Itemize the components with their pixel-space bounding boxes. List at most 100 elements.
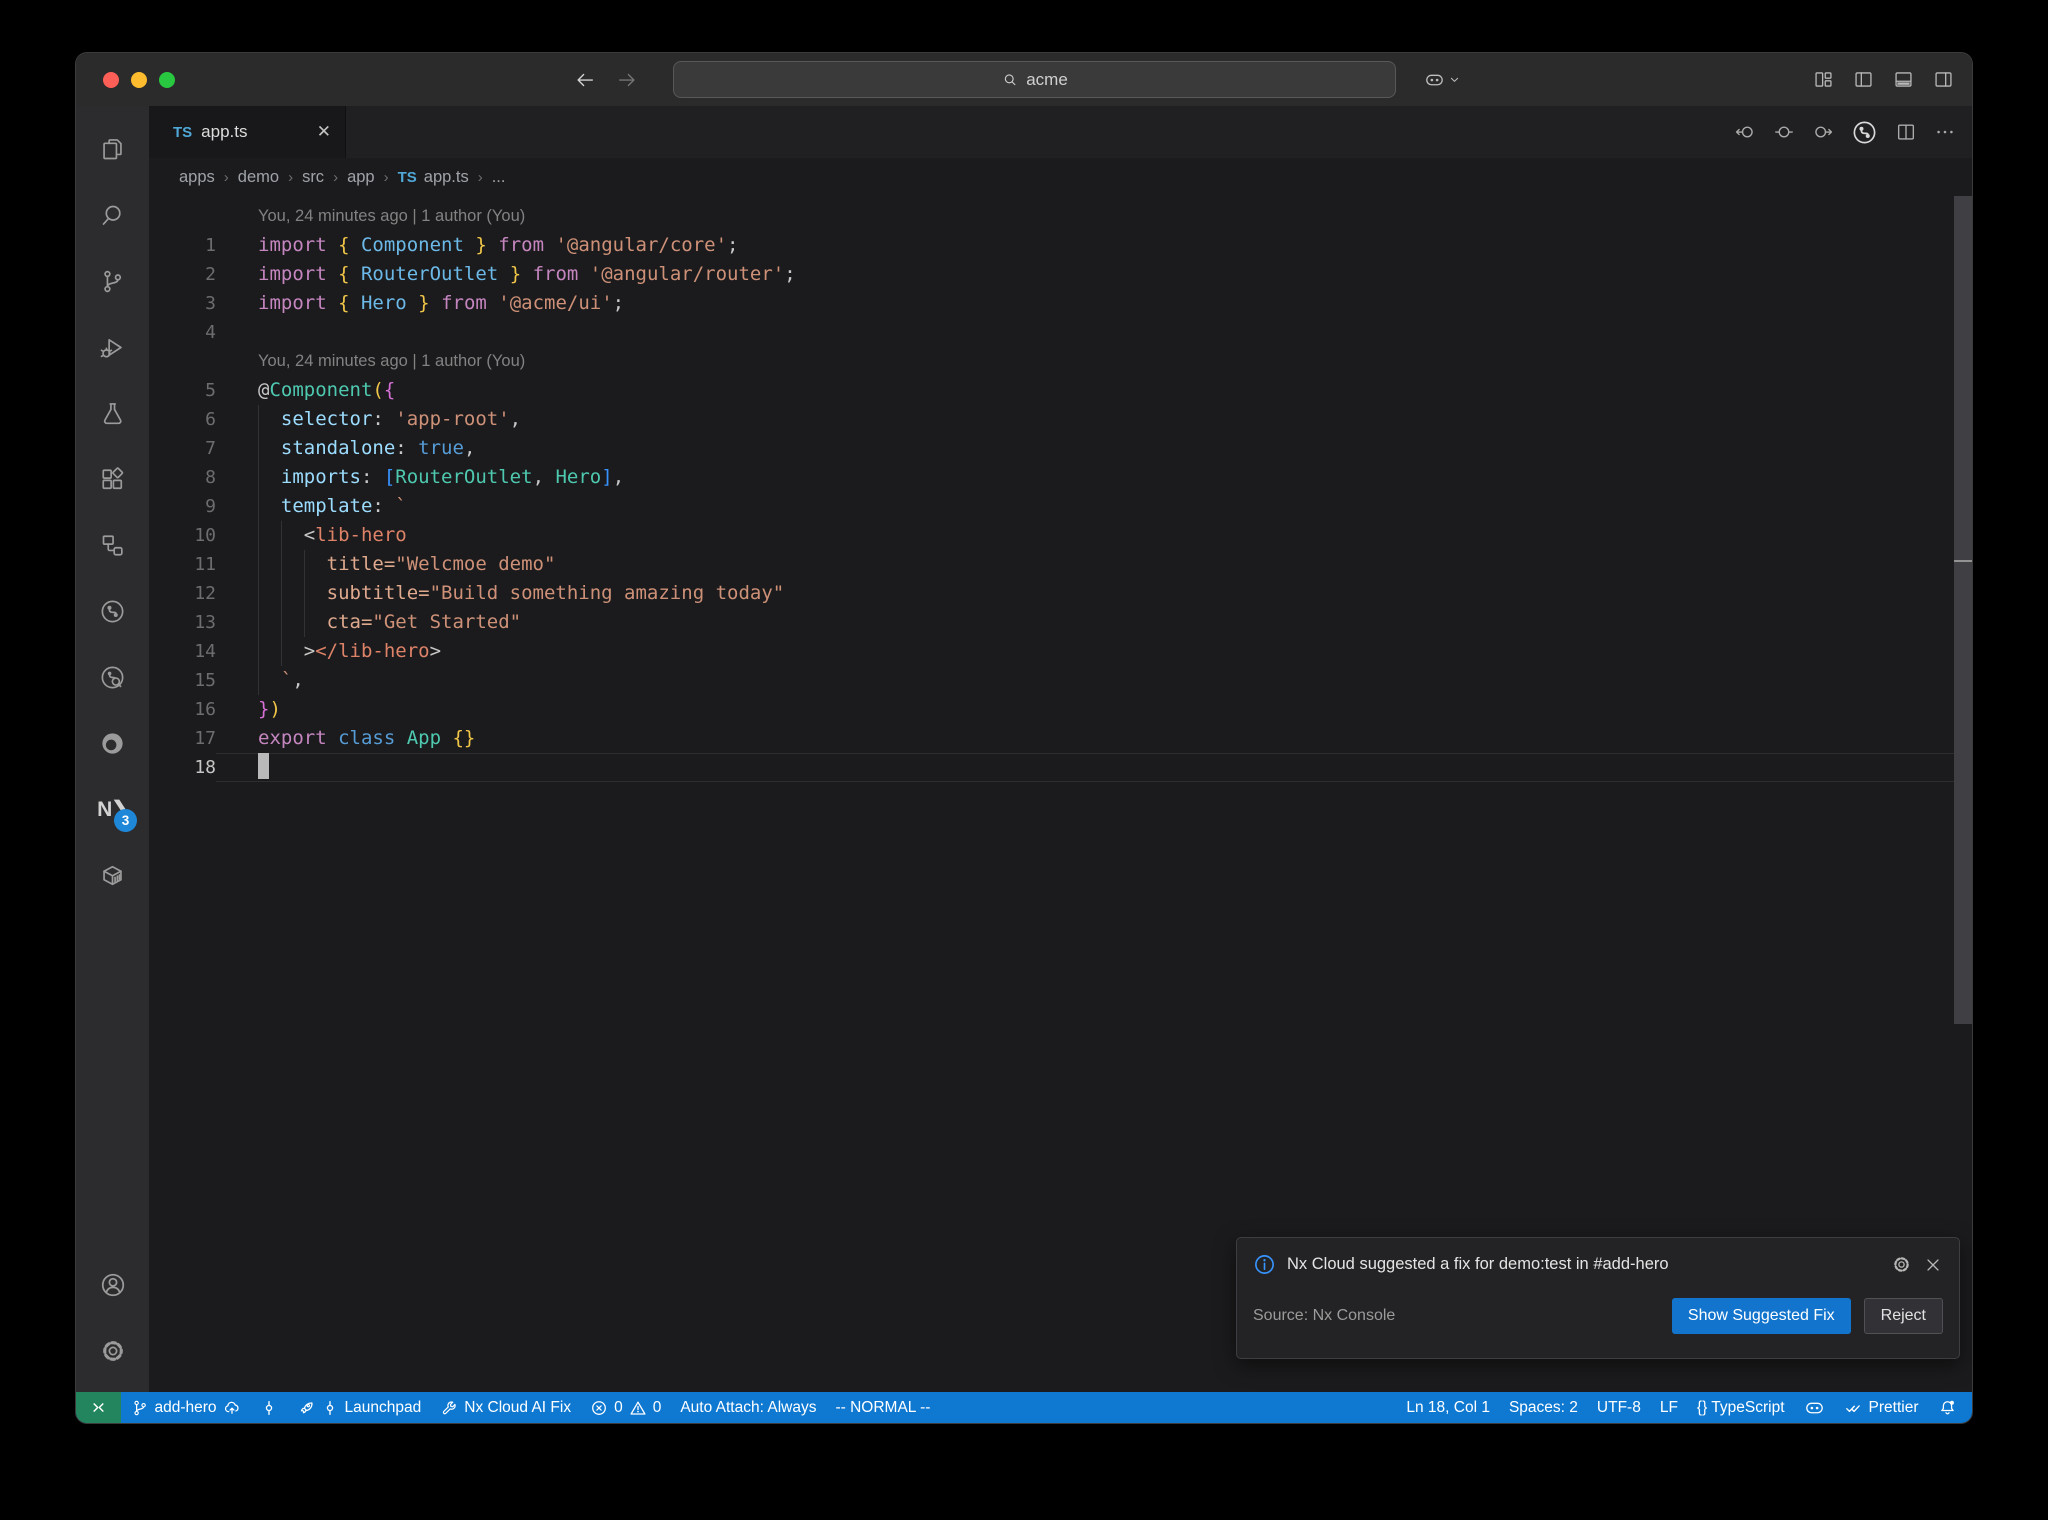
double-check-icon (1844, 1398, 1863, 1417)
token-b1: } (463, 234, 487, 256)
scrollbar[interactable] (1954, 196, 1972, 1392)
graph-circle-icon[interactable] (1851, 119, 1878, 146)
zoom-window-button[interactable] (159, 71, 175, 88)
status-item-cursor-position[interactable]: Ln 18, Col 1 (1397, 1392, 1500, 1423)
activity-item-edge-tools[interactable] (76, 710, 149, 776)
layout-panel-icon[interactable] (1893, 69, 1914, 90)
next-change-icon[interactable] (1812, 121, 1834, 143)
status-item-branch-add-hero[interactable]: add-hero (121, 1392, 250, 1423)
status-item-indentation[interactable]: Spaces: 2 (1499, 1392, 1587, 1423)
token-str: 'app-root' (395, 408, 510, 430)
token-kw: import (258, 263, 327, 285)
prev-change-icon[interactable] (1734, 121, 1756, 143)
activity-item-extensions[interactable] (76, 446, 149, 512)
status-item-language-mode[interactable]: {} TypeScript (1687, 1392, 1794, 1423)
code-line-13: 13 cta="Get Started" (149, 608, 1972, 637)
status-text: UTF-8 (1596, 1398, 1641, 1416)
status-text: Auto Attach: Always (680, 1398, 817, 1416)
tab-close-icon[interactable]: ✕ (317, 122, 331, 142)
copilot-menu[interactable] (1424, 53, 1462, 106)
token-b2: } (258, 698, 270, 720)
arrow-right-icon[interactable] (616, 69, 638, 91)
token-tag: lib-hero (315, 524, 407, 546)
token-punc: , (292, 669, 304, 691)
status-bar: add-hero Launchpad Nx Cloud AI Fix 0 0 Auto A… (76, 1392, 1972, 1423)
line-number: 3 (205, 293, 216, 314)
activity-item-run-debug[interactable] (76, 314, 149, 380)
blame-text: You, 24 minutes ago | 1 author (You) (258, 207, 526, 225)
activity-item-gitlens-search[interactable] (76, 644, 149, 710)
activity-item-hierarchy[interactable] (76, 512, 149, 578)
command-center-search[interactable]: acme (673, 61, 1396, 98)
activity-item-search[interactable] (76, 182, 149, 248)
git-commit-icon (260, 1399, 278, 1417)
token-b2: { (383, 379, 396, 401)
code-text: template: ` (216, 492, 1972, 521)
edge-icon (99, 730, 126, 757)
status-item-encoding[interactable]: UTF-8 (1587, 1392, 1650, 1423)
code-line-5: 5 @Component({ (149, 376, 1972, 405)
breadcrumb-item-src[interactable]: src (302, 168, 324, 187)
search-value: acme (1026, 69, 1068, 89)
code-editor[interactable]: You, 24 minutes ago | 1 author (You) 1 imp… (149, 196, 1972, 1392)
breadcrumb-item-appts[interactable]: TS app.ts (398, 168, 469, 187)
status-item-eol[interactable]: LF (1650, 1392, 1687, 1423)
arrow-left-icon[interactable] (574, 69, 596, 91)
code-line-9: 9 template: ` (149, 492, 1972, 521)
layout-sidebar-left-icon[interactable] (1853, 69, 1874, 90)
notification-title: Nx Cloud suggested a fix for demo:test i… (1287, 1255, 1669, 1273)
bell-dot-icon (1938, 1398, 1957, 1417)
indent-guide (303, 550, 305, 579)
status-item-formatter-prettier[interactable]: Prettier (1834, 1392, 1928, 1423)
token-kwblue: class (326, 727, 396, 749)
line-number: 13 (194, 612, 216, 633)
show-suggested-fix-button[interactable]: Show Suggested Fix (1671, 1298, 1851, 1334)
activity-item-testing[interactable] (76, 380, 149, 446)
indent-guide (258, 550, 259, 579)
notification-close-icon[interactable] (1923, 1255, 1943, 1275)
notification-settings-gear-icon[interactable] (1891, 1254, 1912, 1275)
status-text: Ln 18, Col 1 (1406, 1398, 1490, 1416)
activity-item-accounts[interactable] (76, 1252, 149, 1318)
change-icon[interactable] (1773, 121, 1795, 143)
breadcrumb-item-app[interactable]: app (347, 168, 375, 187)
status-item-notifications-bell[interactable] (1928, 1392, 1966, 1423)
reject-button[interactable]: Reject (1863, 1298, 1943, 1334)
scrollbar-thumb[interactable] (1954, 196, 1972, 1024)
code-text (216, 753, 1972, 782)
breadcrumb-item-demo[interactable]: demo (238, 168, 279, 187)
remote-indicator[interactable] (76, 1392, 121, 1423)
tab-label: app.ts (201, 122, 248, 141)
code-text: @Component({ (216, 376, 1972, 405)
layout-customize-icon[interactable] (1813, 69, 1834, 90)
status-item-nx-cloud-ai-fix[interactable]: Nx Cloud AI Fix (431, 1392, 581, 1423)
activity-item-nx-console[interactable]: N❯ 3 (76, 776, 149, 842)
status-text: -- NORMAL -- (835, 1398, 931, 1416)
breadcrumb-label: app.ts (423, 167, 469, 186)
token-b1: } (498, 263, 522, 285)
hierarchy-icon (99, 532, 126, 559)
status-item-commit-graph[interactable] (250, 1392, 287, 1423)
status-item-copilot[interactable] (1794, 1392, 1834, 1423)
activity-item-commit-graph[interactable] (76, 578, 149, 644)
typescript-file-icon: TS (173, 123, 193, 141)
close-window-button[interactable] (103, 71, 119, 88)
status-item-problems[interactable]: 00 (581, 1392, 671, 1423)
breadcrumb: apps › demo › src › app › TS app.ts ›... (149, 158, 1972, 196)
split-editor-icon[interactable] (1895, 121, 1917, 143)
minimize-window-button[interactable] (131, 71, 147, 88)
status-item-launchpad[interactable]: Launchpad (287, 1392, 431, 1423)
activity-item-explorer[interactable] (76, 116, 149, 182)
status-item-auto-attach[interactable]: Auto Attach: Always (671, 1392, 826, 1423)
breadcrumb-item-[interactable]: ... (492, 168, 506, 187)
status-item-vim-mode[interactable]: -- NORMAL -- (826, 1392, 940, 1423)
breadcrumb-item-apps[interactable]: apps (179, 168, 215, 187)
line-number: 5 (205, 380, 216, 401)
git-commit-icon (321, 1399, 339, 1417)
activity-item-containers[interactable] (76, 842, 149, 908)
activity-item-source-control[interactable] (76, 248, 149, 314)
activity-item-settings[interactable] (76, 1318, 149, 1384)
layout-sidebar-right-icon[interactable] (1933, 69, 1954, 90)
more-icon[interactable] (1934, 121, 1956, 143)
tab-app-ts[interactable]: TS app.ts ✕ (149, 106, 346, 158)
